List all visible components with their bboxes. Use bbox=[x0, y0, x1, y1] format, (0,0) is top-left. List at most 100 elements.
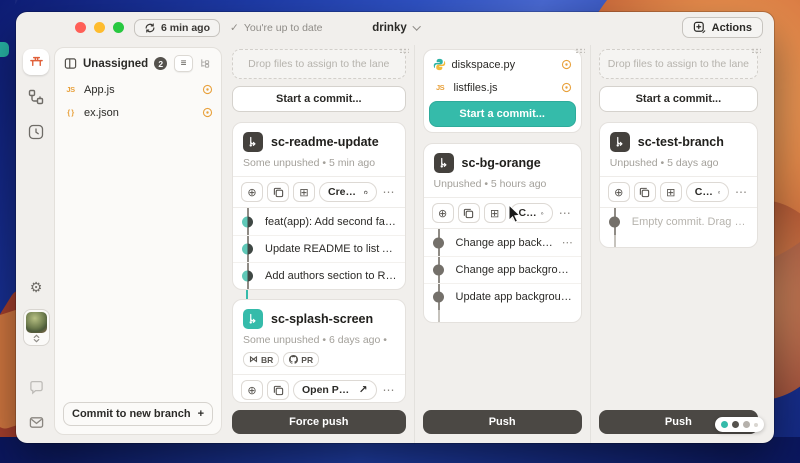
commit-message: Add authors section to README file bbox=[265, 270, 397, 282]
tree-view-button[interactable] bbox=[195, 55, 214, 72]
list-view-button[interactable]: ≡ bbox=[174, 55, 193, 72]
more-options-button[interactable]: ⋯ bbox=[381, 185, 397, 199]
sync-button[interactable]: 6 min ago bbox=[134, 19, 220, 37]
push-label: Push bbox=[489, 416, 516, 428]
more-options-button[interactable]: ⋯ bbox=[557, 206, 573, 220]
branch-toolbar: ⊕ ⊞ Create Pull Req... ⋯ bbox=[600, 176, 757, 208]
file-row-diskspace[interactable]: diskspace.py bbox=[427, 53, 578, 76]
branch-badge-br[interactable]: ⋈ BR bbox=[243, 352, 279, 367]
commit-list: Empty commit. Drag changes h... bbox=[600, 208, 757, 247]
create-pr-label: Create Pull Req... bbox=[695, 186, 713, 198]
close-button[interactable] bbox=[75, 22, 86, 33]
commit-message: feat(app): Add second favicon to ... bbox=[265, 216, 397, 228]
commit-row[interactable]: Update app background color t... bbox=[424, 283, 581, 310]
lane-sc-readme-update: Drop files to assign to the lane Start a… bbox=[224, 45, 414, 443]
assign-button[interactable]: ⊕ bbox=[241, 380, 263, 400]
commit-row[interactable]: Change app background color t... bbox=[424, 256, 581, 283]
minimize-button[interactable] bbox=[94, 22, 105, 33]
commit-row[interactable]: feat(app): Add second favicon to ... bbox=[233, 208, 405, 235]
empty-commit-row[interactable]: Empty commit. Drag changes h... bbox=[600, 208, 757, 235]
branch-header[interactable]: sc-readme-update Some unpushed • 5 min a… bbox=[233, 123, 405, 176]
branch-badge-icon bbox=[610, 132, 630, 152]
zoom-button[interactable] bbox=[113, 22, 124, 33]
chevron-updown-icon bbox=[32, 334, 41, 343]
commit-row[interactable]: Add authors section to README file bbox=[233, 262, 405, 289]
start-commit-button[interactable]: Start a commit... bbox=[599, 86, 758, 112]
drag-handle-icon[interactable] bbox=[751, 48, 761, 53]
main-area: ⚙ bbox=[16, 43, 774, 443]
commit-list: feat(app): Add second favicon to ... Upd… bbox=[233, 208, 405, 289]
file-row-listfiles[interactable]: JS listfiles.js bbox=[427, 76, 578, 99]
pr-template-button[interactable]: ⊞ bbox=[660, 182, 682, 202]
assign-button[interactable]: ⊕ bbox=[241, 182, 263, 202]
feedback-button[interactable] bbox=[23, 374, 49, 400]
start-commit-button[interactable]: Start a commit... bbox=[232, 86, 406, 112]
copy-branch-button[interactable] bbox=[458, 203, 480, 223]
lane-pager[interactable] bbox=[715, 417, 764, 432]
commit-to-new-branch-button[interactable]: Commit to new branch + bbox=[63, 402, 213, 426]
copy-branch-button[interactable] bbox=[634, 182, 656, 202]
badge-label: BR bbox=[261, 355, 273, 365]
branch-subtitle: Unpushed • 5 days ago bbox=[610, 157, 747, 169]
mouse-cursor bbox=[508, 204, 524, 224]
branch-name: sc-readme-update bbox=[271, 135, 379, 149]
push-label: Force push bbox=[289, 416, 348, 428]
dropzone[interactable]: Drop files to assign to the lane bbox=[599, 49, 758, 79]
drag-handle-icon[interactable] bbox=[575, 48, 585, 53]
pager-dot-active[interactable] bbox=[721, 421, 728, 428]
open-pr-button[interactable]: Open PR in browser ↗ bbox=[293, 380, 377, 400]
commit-row[interactable]: Update README to list Anne as pr... bbox=[233, 235, 405, 262]
pr-template-button[interactable]: ⊞ bbox=[293, 182, 315, 202]
push-button[interactable]: Push bbox=[423, 410, 582, 434]
copy-branch-button[interactable] bbox=[267, 380, 289, 400]
unassigned-header: Unassigned 2 ≡ bbox=[55, 48, 221, 78]
branch-card-sc-bg-orange: sc-bg-orange Unpushed • 5 hours ago ⊕ ⊞ bbox=[423, 143, 582, 323]
actions-label: Actions bbox=[712, 22, 752, 34]
branch-badge-pr[interactable]: PR bbox=[283, 352, 319, 367]
assign-button[interactable]: ⊕ bbox=[432, 203, 454, 223]
more-options-button[interactable]: ⋯ bbox=[733, 185, 749, 199]
drag-handle-icon[interactable] bbox=[399, 48, 409, 53]
file-name: diskspace.py bbox=[452, 59, 516, 71]
pager-dot[interactable] bbox=[754, 423, 758, 427]
more-options-button[interactable]: ⋯ bbox=[381, 383, 397, 397]
workspace-tab[interactable] bbox=[23, 49, 49, 75]
commit-row[interactable]: Change app background c... ⋯ bbox=[424, 229, 581, 256]
push-label: Push bbox=[665, 416, 692, 428]
project-switcher[interactable]: drinky bbox=[372, 22, 418, 34]
rail-bottom: ⚙ bbox=[23, 274, 50, 435]
file-row-appjs[interactable]: JS App.js bbox=[55, 78, 221, 101]
branches-tab[interactable] bbox=[23, 84, 49, 110]
copy-branch-button[interactable] bbox=[267, 182, 289, 202]
commit-message: Change app background c... bbox=[456, 237, 558, 249]
commit-dot-empty bbox=[609, 216, 620, 227]
modified-status-icon bbox=[202, 84, 213, 95]
commit-more-button[interactable]: ⋯ bbox=[558, 236, 573, 249]
pager-dot[interactable] bbox=[743, 421, 750, 428]
file-row-exjson[interactable]: { } ex.json bbox=[55, 101, 221, 124]
dropzone[interactable]: Drop files to assign to the lane bbox=[232, 49, 406, 79]
file-name: App.js bbox=[84, 84, 115, 96]
check-icon: ✓ bbox=[230, 22, 239, 34]
branch-header[interactable]: sc-bg-orange Unpushed • 5 hours ago bbox=[424, 144, 581, 197]
branch-name: sc-test-branch bbox=[638, 135, 724, 149]
start-commit-button[interactable]: Start a commit... bbox=[429, 101, 576, 127]
branch-header[interactable]: sc-test-branch Unpushed • 5 days ago bbox=[600, 123, 757, 176]
branch-header[interactable]: sc-splash-screen Some unpushed • 6 days … bbox=[233, 300, 405, 374]
branch-card-sc-readme-update: sc-readme-update Some unpushed • 5 min a… bbox=[232, 122, 406, 290]
inbox-button[interactable] bbox=[23, 409, 49, 435]
gear-icon: ⚙ bbox=[30, 280, 43, 294]
assign-button[interactable]: ⊕ bbox=[608, 182, 630, 202]
actions-button[interactable]: Actions bbox=[682, 17, 763, 38]
profile-switcher[interactable] bbox=[23, 309, 50, 346]
pager-dot[interactable] bbox=[732, 421, 739, 428]
create-pr-button[interactable]: Create Pull Req... bbox=[686, 182, 729, 202]
pr-template-button[interactable]: ⊞ bbox=[484, 203, 506, 223]
plus-icon: + bbox=[198, 408, 204, 420]
settings-button[interactable]: ⚙ bbox=[23, 274, 49, 300]
create-pr-button[interactable]: Create Pull Request bbox=[319, 182, 377, 202]
force-push-button[interactable]: Force push bbox=[232, 410, 406, 434]
chat-icon bbox=[29, 380, 44, 395]
history-tab[interactable] bbox=[23, 119, 49, 145]
commit-dot-local-remote bbox=[242, 216, 253, 227]
